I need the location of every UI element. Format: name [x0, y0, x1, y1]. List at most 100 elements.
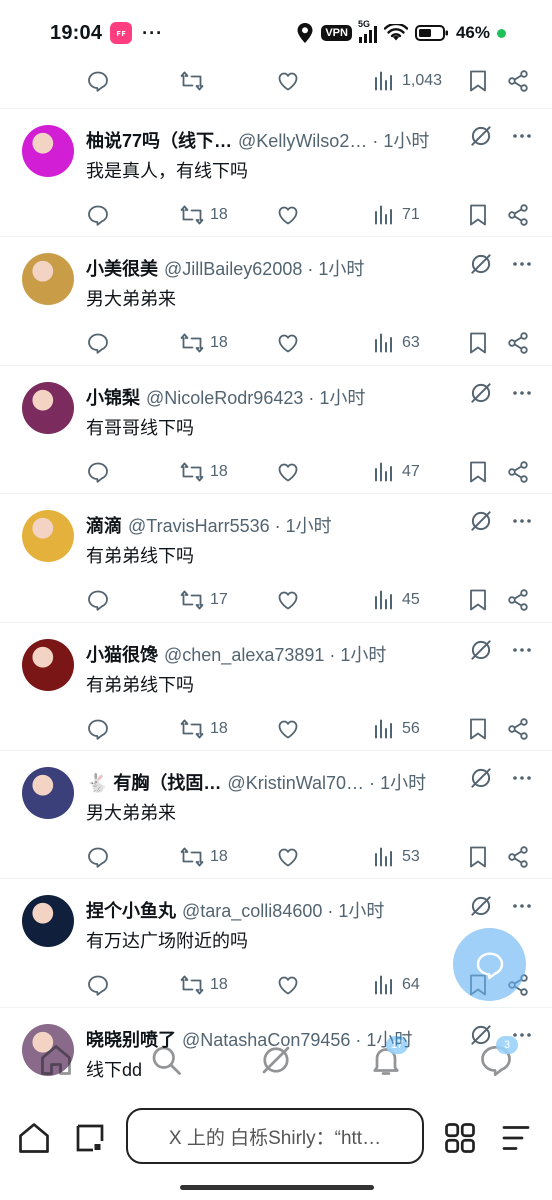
views-button[interactable]: 47: [372, 457, 420, 487]
avatar[interactable]: [22, 125, 74, 177]
display-name[interactable]: 小猫很馋: [86, 641, 158, 667]
post-more-button[interactable]: [510, 123, 534, 149]
grok-button[interactable]: [468, 637, 494, 663]
post-timestamp[interactable]: 1小时: [286, 512, 332, 538]
like-button[interactable]: [276, 970, 300, 1000]
reply-button[interactable]: [86, 457, 110, 487]
bookmark-button[interactable]: [466, 328, 490, 358]
post-timestamp[interactable]: 1小时: [383, 127, 429, 153]
reply-button[interactable]: [86, 200, 110, 230]
post-more-button[interactable]: [510, 251, 534, 277]
like-button[interactable]: [276, 585, 300, 615]
share-button[interactable]: [506, 200, 530, 230]
browser-tabs-button[interactable]: [72, 1120, 108, 1156]
grok-button[interactable]: [468, 123, 494, 149]
like-button[interactable]: [276, 714, 300, 744]
bookmark-button[interactable]: [466, 714, 490, 744]
browser-menu-button[interactable]: [498, 1120, 534, 1156]
post-item[interactable]: 🐇 有胸（找固… @KristinWal70… · 1小时 男大弟弟来 18 5…: [0, 751, 552, 880]
reply-button[interactable]: [86, 714, 110, 744]
avatar[interactable]: [22, 510, 74, 563]
repost-button[interactable]: 18: [180, 200, 228, 230]
views-button[interactable]: 1,043: [372, 66, 442, 96]
share-button[interactable]: [506, 714, 530, 744]
views-button[interactable]: 71: [372, 200, 420, 230]
post-more-button[interactable]: [510, 508, 534, 534]
browser-home-button[interactable]: [16, 1120, 52, 1156]
display-name[interactable]: 小美很美: [86, 255, 158, 281]
repost-button[interactable]: 18: [180, 328, 228, 358]
repost-button[interactable]: 18: [180, 457, 228, 487]
post-more-button[interactable]: [510, 893, 534, 919]
tab-search[interactable]: [148, 1042, 184, 1078]
post-item[interactable]: 滴滴 @TravisHarr5536 · 1小时 有弟弟线下吗 17 45: [0, 494, 552, 623]
tab-home[interactable]: [38, 1042, 74, 1078]
user-handle[interactable]: @TravisHarr5536: [128, 516, 270, 537]
post-item[interactable]: 小美很美 @JillBailey62008 · 1小时 男大弟弟来 18 63: [0, 237, 552, 366]
like-button[interactable]: [276, 457, 300, 487]
display-name[interactable]: 柚说77吗（线下…: [86, 127, 232, 153]
like-button[interactable]: [276, 66, 300, 96]
avatar[interactable]: [22, 381, 74, 434]
views-button[interactable]: 56: [372, 714, 420, 744]
bookmark-button[interactable]: [466, 585, 490, 615]
post-timestamp[interactable]: 1小时: [319, 384, 365, 410]
display-name[interactable]: 小锦梨: [86, 384, 140, 410]
bookmark-button[interactable]: [466, 457, 490, 487]
reply-button[interactable]: [86, 328, 110, 358]
repost-button[interactable]: 18: [180, 970, 228, 1000]
display-name[interactable]: 🐇 有胸（找固…: [86, 769, 221, 795]
display-name[interactable]: 捏个小鱼丸: [86, 897, 176, 923]
bookmark-button[interactable]: [466, 66, 490, 96]
post-item[interactable]: 柚说77吗（线下… @KellyWilso2… · 1小时 我是真人，有线下吗 …: [0, 109, 552, 238]
user-handle[interactable]: @NicoleRodr96423: [146, 388, 303, 409]
reply-button[interactable]: [86, 970, 110, 1000]
share-button[interactable]: [506, 328, 530, 358]
share-button[interactable]: [506, 66, 530, 96]
repost-button[interactable]: 18: [180, 842, 228, 872]
like-button[interactable]: [276, 842, 300, 872]
avatar[interactable]: [22, 253, 74, 306]
bookmark-button[interactable]: [466, 842, 490, 872]
user-handle[interactable]: @chen_alexa73891: [164, 645, 324, 666]
grok-button[interactable]: [468, 251, 494, 277]
compose-fab[interactable]: [453, 928, 526, 1001]
views-button[interactable]: 53: [372, 842, 420, 872]
reply-button[interactable]: [86, 66, 110, 96]
repost-button[interactable]: 18: [180, 714, 228, 744]
views-button[interactable]: 45: [372, 585, 420, 615]
reply-button[interactable]: [86, 842, 110, 872]
post-item[interactable]: 小猫很馋 @chen_alexa73891 · 1小时 有弟弟线下吗 18 56: [0, 623, 552, 751]
like-button[interactable]: [276, 328, 300, 358]
display-name[interactable]: 滴滴: [86, 512, 122, 538]
like-button[interactable]: [276, 200, 300, 230]
address-bar[interactable]: X 上的 白栎Shirly：“htt…: [126, 1108, 424, 1164]
browser-apps-button[interactable]: [442, 1120, 478, 1156]
repost-button[interactable]: [180, 66, 204, 96]
share-button[interactable]: [506, 842, 530, 872]
post-timestamp[interactable]: 1小时: [338, 897, 384, 923]
reply-button[interactable]: [86, 585, 110, 615]
user-handle[interactable]: @tara_colli84600: [182, 901, 322, 922]
avatar[interactable]: [22, 638, 74, 691]
user-handle[interactable]: @KellyWilso2…: [238, 131, 367, 152]
user-handle[interactable]: @KristinWal70…: [227, 773, 364, 794]
grok-button[interactable]: [468, 893, 494, 919]
post-more-button[interactable]: [510, 380, 534, 406]
post-timestamp[interactable]: 1小时: [318, 255, 364, 281]
avatar[interactable]: [22, 766, 74, 819]
share-button[interactable]: [506, 457, 530, 487]
repost-button[interactable]: 17: [180, 585, 228, 615]
user-handle[interactable]: @JillBailey62008: [164, 259, 302, 280]
post-timestamp[interactable]: 1小时: [380, 769, 426, 795]
avatar[interactable]: [22, 895, 74, 948]
views-button[interactable]: 63: [372, 328, 420, 358]
post-item[interactable]: 小锦梨 @NicoleRodr96423 · 1小时 有哥哥线下吗 18 47: [0, 366, 552, 495]
post-more-button[interactable]: [510, 765, 534, 791]
tab-messages[interactable]: 3: [478, 1036, 518, 1078]
share-button[interactable]: [506, 585, 530, 615]
grok-button[interactable]: [468, 508, 494, 534]
views-button[interactable]: 64: [372, 970, 420, 1000]
post-more-button[interactable]: [510, 637, 534, 663]
tab-grok[interactable]: [258, 1042, 294, 1078]
